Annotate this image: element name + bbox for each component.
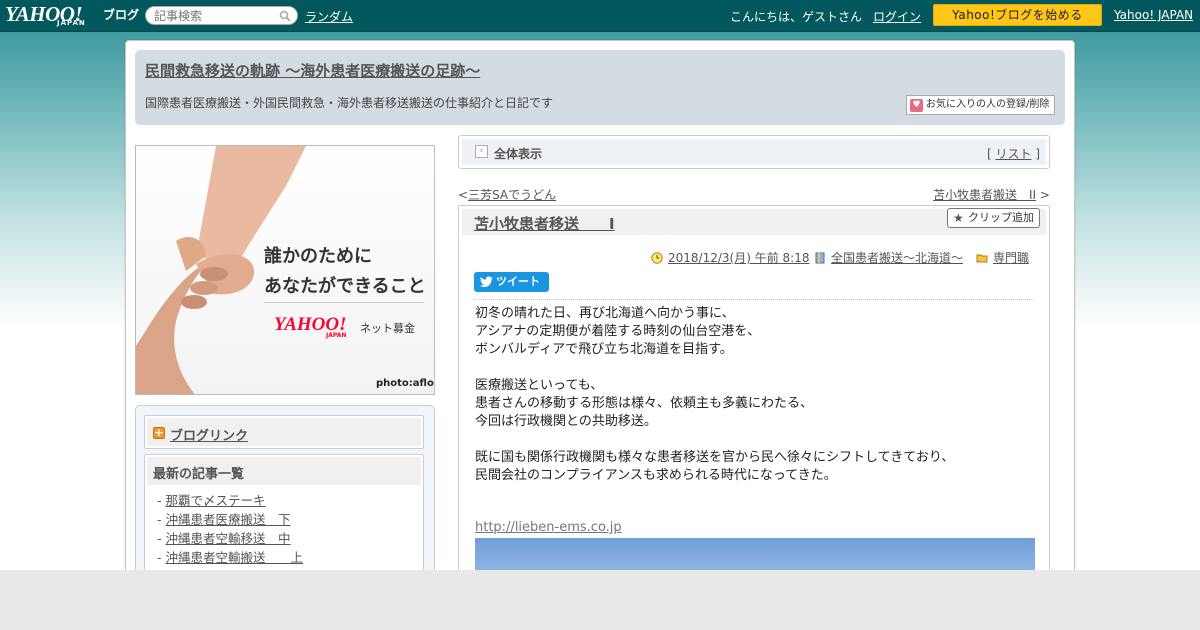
next-article-link[interactable]: 苫小牧患者搬送 II — [933, 188, 1036, 202]
recent-article-link[interactable]: 那覇で〆ステーキ — [165, 493, 265, 508]
recent-articles-list: - 那覇で〆ステーキ - 沖縄患者医療搬送 下 - 沖縄患者空輸移送 中 - 沖… — [157, 491, 303, 567]
show-all-label[interactable]: 全体表示 — [494, 145, 542, 162]
article-folder: 専門職 — [976, 249, 1029, 266]
ad-divider — [264, 302, 424, 303]
list-item: - 那覇で〆ステーキ — [157, 493, 266, 508]
external-link[interactable]: http://lieben-ems.co.jp — [475, 520, 622, 535]
article-date: 2018/12/3(月) 午前 8:18 — [651, 249, 809, 266]
blog-description: 国際患者医療搬送・外国民間救急・海外患者移送搬送の仕事紹介と日記です — [145, 96, 554, 110]
article-category-link[interactable]: 全国患者搬送～北海道～ — [831, 251, 963, 265]
article-paragraph: 医療搬送といっても、 患者さんの移動する形態は様々、依頼主も多義にわたる、 今回… — [475, 378, 814, 429]
article-category: 全国患者搬送～北海道～ — [814, 249, 963, 266]
recent-article-link[interactable]: 沖縄患者医療搬送 下 — [165, 512, 290, 527]
ad-yahoo-logo-sub: JAPAN — [326, 332, 347, 339]
bloglink-link[interactable]: ブログリンク — [170, 425, 248, 444]
footer-area — [0, 570, 1200, 630]
prev-article-nav: <三芳SAでうどん — [458, 188, 557, 202]
article-paragraph: 既に国も関係行政機関も様々な患者移送を官から民へ徐々にシフトしてきており、 民間… — [475, 450, 955, 483]
ad-line-1: 誰かのために — [264, 246, 372, 267]
folder-icon — [976, 254, 988, 263]
blog-title[interactable]: 民間救急移送の軌跡 ～海外患者医療搬送の足跡～ — [145, 60, 480, 81]
article-paragraph: 初冬の晴れた日、再び北海道へ向かう事に、 アシアナの定期便が着陸する時刻の仙台空… — [475, 306, 761, 357]
list-item: - 沖縄患者空輸移送 中 — [157, 531, 291, 546]
favorite-register-label: お気に入りの人の登録/削除 — [926, 99, 1050, 110]
recent-articles-box: 最新の記事一覧 - 那覇で〆ステーキ - 沖縄患者医療搬送 下 - 沖縄患者空輸… — [144, 454, 424, 584]
ad-photo-credit: photo:aflo — [376, 378, 434, 389]
article-photo[interactable] — [475, 538, 1035, 570]
tweet-button[interactable]: ツイート — [474, 272, 549, 292]
greeting-text: こんにちは、ゲストさん — [730, 10, 863, 24]
prev-article-link[interactable]: 三芳SAでうどん — [468, 188, 556, 202]
divider — [474, 299, 1034, 300]
helping-hands-image — [136, 146, 306, 394]
recent-article-link[interactable]: 沖縄患者空輸搬送 上 — [165, 550, 303, 565]
ad-line-2: あなたができること — [264, 276, 426, 297]
login-link[interactable]: ログイン — [873, 8, 921, 25]
random-link[interactable]: ランダム — [305, 8, 353, 25]
start-blog-button[interactable]: Yahoo!ブログを始める — [933, 4, 1102, 26]
book-icon — [815, 252, 825, 264]
ad-service-name: ネット募金 — [360, 322, 415, 335]
heart-icon: ♥ — [910, 99, 923, 112]
list-view-link[interactable]: リスト — [995, 147, 1031, 161]
arrow-right-icon: › — [475, 145, 488, 158]
list-item: - 沖縄患者医療搬送 下 — [157, 512, 291, 527]
twitter-bird-icon — [480, 276, 493, 288]
top-bar: YAHOO! JAPAN ブログ ランダム こんにちは、ゲストさん ログイン Y… — [0, 0, 1200, 32]
article-title[interactable]: 苫小牧患者移送 I — [474, 213, 615, 234]
search-box[interactable] — [145, 6, 298, 25]
list-view-control: [ リスト ] — [986, 147, 1040, 161]
star-icon: ★ — [953, 211, 964, 225]
article-date-link[interactable]: 2018/12/3(月) 午前 8:18 — [668, 251, 809, 265]
article-folder-link[interactable]: 専門職 — [993, 251, 1029, 265]
favorite-register-button[interactable]: ♥ お気に入りの人の登録/削除 — [906, 95, 1055, 115]
expand-icon[interactable]: + — [153, 427, 165, 439]
clip-add-label: クリップ追加 — [968, 211, 1034, 224]
recent-articles-heading: 最新の記事一覧 — [147, 457, 421, 485]
yahoo-blog-logo[interactable]: YAHOO! JAPAN ブログ — [5, 2, 141, 30]
search-input[interactable] — [154, 9, 276, 23]
charity-ad-banner[interactable]: 誰かのために あなたができること YAHOO! JAPAN ネット募金 phot… — [135, 145, 435, 395]
recent-article-link[interactable]: 沖縄患者空輸移送 中 — [165, 531, 290, 546]
clock-icon — [651, 252, 663, 264]
article-toolbar: › 全体表示 [ リスト ] — [458, 135, 1050, 169]
list-item: - 沖縄患者空輸搬送 上 — [157, 550, 303, 565]
tweet-label: ツイート — [496, 275, 540, 288]
next-article-nav: 苫小牧患者搬送 II > — [933, 188, 1050, 202]
bloglink-box: + ブログリンク — [144, 415, 424, 449]
clip-add-button[interactable]: ★ クリップ追加 — [947, 208, 1040, 228]
article-body: 初冬の晴れた日、再び北海道へ向かう事に、 アシアナの定期便が着陸する時刻の仙台空… — [475, 305, 1035, 503]
yahoo-japan-link[interactable]: Yahoo! JAPAN — [1114, 8, 1193, 22]
search-icon[interactable] — [279, 10, 291, 22]
